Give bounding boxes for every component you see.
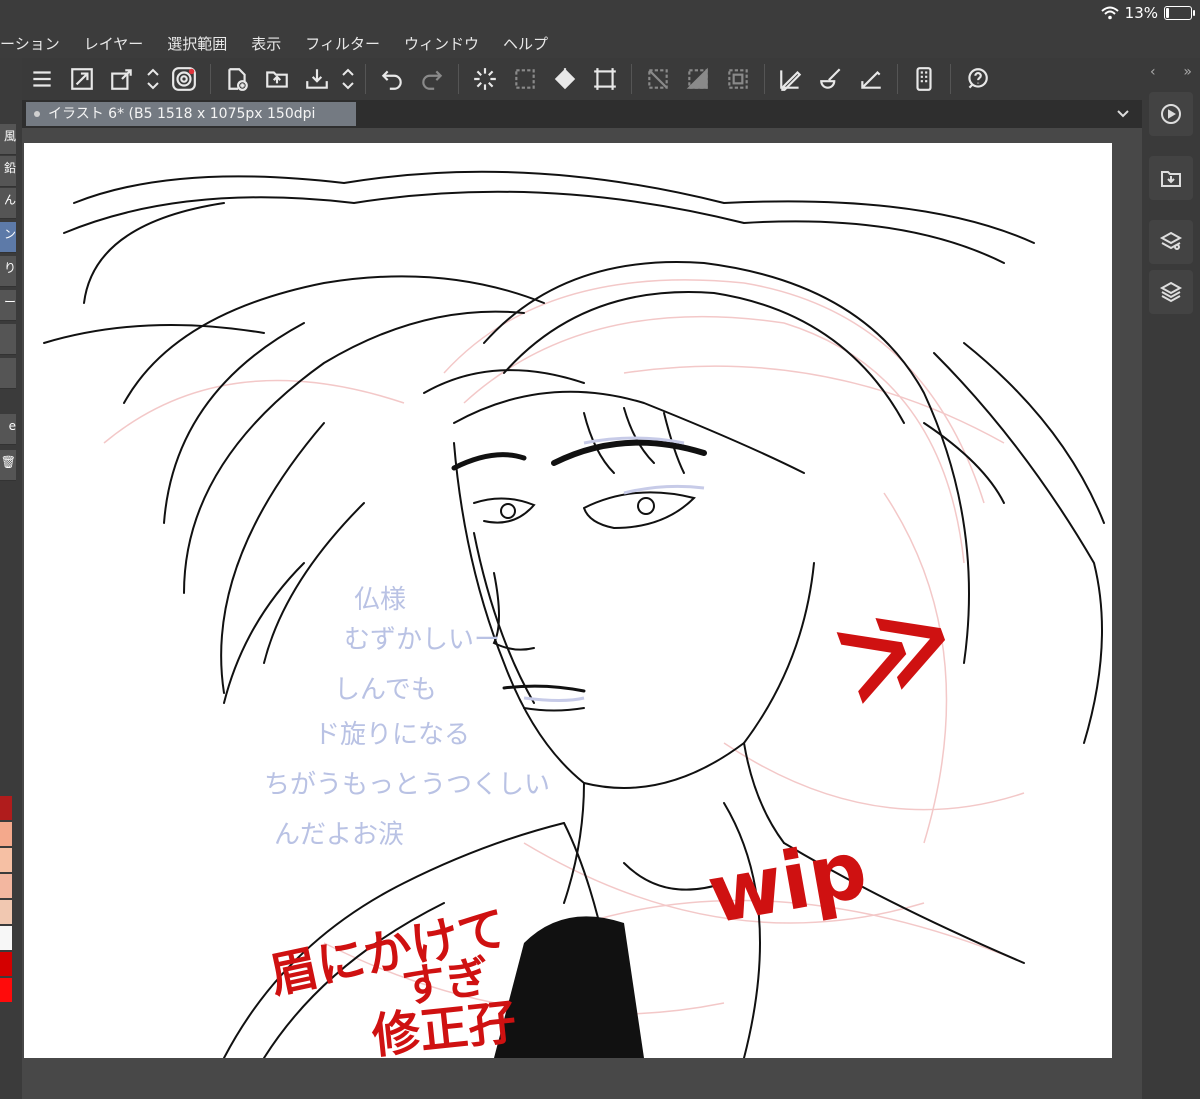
new-file-icon[interactable] [217,61,257,97]
menu-view[interactable]: 表示 [239,33,293,54]
drawing-canvas[interactable]: 仏様 むずかしいー しんでも ド旋りになる ちがうもっとうつくしい んだよお涙 … [24,143,1112,1058]
dropdown-arrows-icon[interactable] [142,61,164,97]
panel-collapse-bar: ‹ » [1142,58,1200,86]
right-panel: ‹ » [1142,58,1200,1099]
clear-icon[interactable] [638,61,678,97]
status-bar: 13% [0,0,1200,28]
resize-icon[interactable] [62,61,102,97]
color-swatch[interactable] [0,822,12,846]
correction-note-red: 修正孖 [369,994,518,1058]
loading-icon[interactable] [465,61,505,97]
ruler-icon[interactable] [851,61,891,97]
wifi-icon [1100,6,1119,20]
left-tool-panel: 風 鉛 ん ン り ー e 🗑 [0,58,22,1099]
import-icon[interactable] [1149,156,1193,200]
select-icon[interactable] [505,61,545,97]
fill-icon[interactable] [545,61,585,97]
chevron-down-icon[interactable] [1116,106,1130,120]
spiral-icon[interactable] [164,61,204,97]
layers-icon[interactable] [1149,270,1193,314]
status-indicators: 13% [1100,4,1195,22]
chevron-left-icon[interactable]: ‹ [1150,64,1156,80]
sketch-note-blue: 仏様 [354,585,406,615]
toolbar-divider [897,64,898,94]
color-swatch[interactable] [0,900,12,924]
device-icon[interactable] [904,61,944,97]
color-swatch[interactable] [0,796,12,820]
subtool-item[interactable]: 風 [0,124,16,155]
export-icon[interactable] [297,61,337,97]
subtool-item[interactable]: ー [0,290,16,321]
chevron-double-right-icon[interactable]: » [1183,64,1192,80]
layer-property-icon[interactable] [1149,220,1193,264]
menu-bar: ーション レイヤー 選択範囲 表示 フィルター ウィンドウ ヘルプ [0,28,1200,58]
subtool-item[interactable]: ん [0,188,16,219]
open-folder-icon[interactable] [257,61,297,97]
command-bar [22,58,1142,100]
invert-icon[interactable] [678,61,718,97]
menu-layer[interactable]: レイヤー [72,33,156,54]
redo-icon[interactable] [412,61,452,97]
undo-icon[interactable] [372,61,412,97]
color-swatch[interactable] [0,952,12,976]
subtool-item[interactable]: り [0,256,16,287]
subtool-item[interactable] [0,358,16,389]
document-tab[interactable]: イラスト 6* (B5 1518 x 1075px 150dpi 129.3%) [26,102,356,146]
deselect-icon[interactable] [718,61,758,97]
toolbar-divider [631,64,632,94]
color-swatch[interactable] [0,978,12,1002]
illustration: 仏様 むずかしいー しんでも ド旋りになる ちがうもっとうつくしい んだよお涙 … [43,170,1105,1058]
trash-icon[interactable]: 🗑 [0,450,16,481]
dropdown-arrows-icon[interactable] [337,61,359,97]
battery-percent: 13% [1124,4,1158,22]
menu-selection[interactable]: 選択範囲 [155,33,239,54]
document-tab-bar: イラスト 6* (B5 1518 x 1075px 150dpi 129.3%) [22,100,1142,146]
subtool-item[interactable] [0,324,16,355]
toolbar-divider [764,64,765,94]
color-swatch[interactable] [0,926,12,950]
color-swatch[interactable] [0,848,12,872]
subtool-item-selected[interactable]: ン [0,222,16,253]
scribble-note-red: ≫ [819,568,971,728]
menu-help[interactable]: ヘルプ [491,33,560,54]
battery-icon [1164,6,1195,20]
sketch-note-blue: しんでも [334,675,437,705]
sketch-note-blue: むずかしいー [344,625,500,655]
toolbar-divider [365,64,366,94]
menu-window[interactable]: ウィンドウ [392,33,491,54]
wip-note-red: wip [701,823,873,942]
help-icon[interactable] [957,61,997,97]
menu-icon[interactable] [22,61,62,97]
toolbar-divider [458,64,459,94]
close-dot-icon[interactable] [34,111,40,117]
toolbar-divider [210,64,211,94]
canvas-area[interactable]: 仏様 むずかしいー しんでも ド旋りになる ちがうもっとうつくしい んだよお涙 … [22,128,1142,1099]
sketch-note-blue: ド旋りになる [314,720,470,750]
toolbar-divider [950,64,951,94]
navigator-icon[interactable] [1149,92,1193,136]
pen-icon[interactable] [771,61,811,97]
menu-animation[interactable]: ーション [0,33,72,54]
color-swatch[interactable] [0,874,12,898]
sketch-note-blue: ちがうもっとうつくしい [264,770,550,800]
subtool-item[interactable]: e [0,414,16,445]
crop-icon[interactable] [585,61,625,97]
menu-filter[interactable]: フィルター [293,33,392,54]
sketch-note-blue: んだよお涙 [274,820,404,850]
brush-icon[interactable] [811,61,851,97]
transform-icon[interactable] [102,61,142,97]
subtool-item[interactable]: 鉛 [0,156,16,187]
